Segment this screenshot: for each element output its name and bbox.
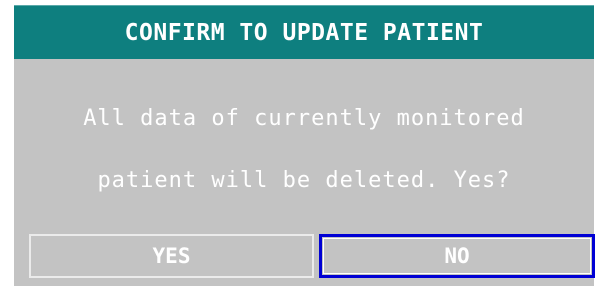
dialog-title: CONFIRM TO UPDATE PATIENT — [124, 19, 484, 46]
dialog-title-bar: CONFIRM TO UPDATE PATIENT — [14, 5, 594, 59]
no-button-label: NO — [444, 244, 470, 268]
no-button[interactable]: NO — [319, 234, 595, 278]
dialog-message-line-1: All data of currently monitored — [83, 106, 525, 131]
yes-button-label: YES — [152, 244, 191, 268]
yes-button[interactable]: YES — [29, 234, 314, 278]
confirm-dialog: CONFIRM TO UPDATE PATIENT All data of cu… — [14, 5, 595, 286]
dialog-message-line-2: patient will be deleted. Yes? — [97, 168, 511, 193]
